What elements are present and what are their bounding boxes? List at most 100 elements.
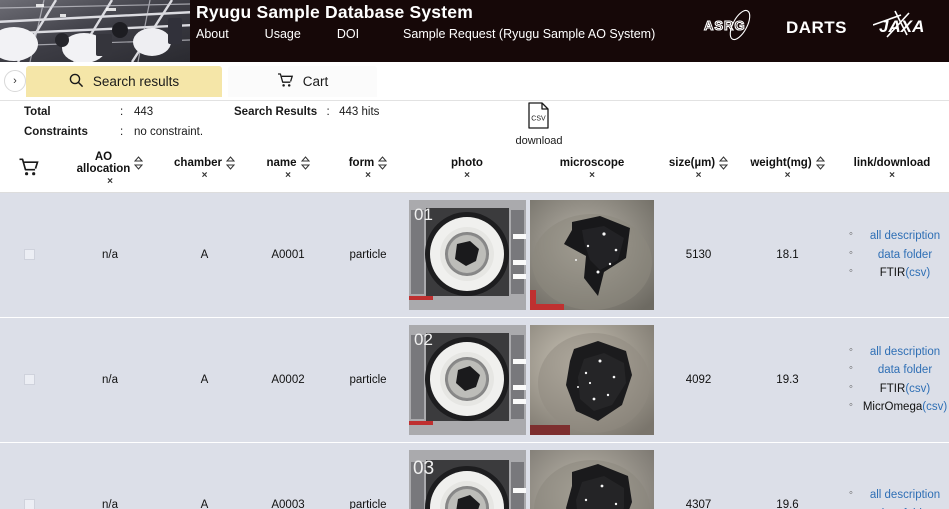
column-label-weight: weight(mg) — [750, 157, 812, 170]
link-micromega-csv[interactable]: (csv) — [922, 401, 947, 413]
tab-cart[interactable]: Cart — [228, 66, 377, 97]
link-ftir-label: FTIR — [879, 267, 906, 280]
nav-link-about[interactable]: About — [196, 27, 229, 41]
clear-filter-microscope[interactable]: × — [589, 170, 595, 181]
cell-photo: 03 — [407, 442, 527, 509]
link-data-folder[interactable]: data folder — [878, 249, 932, 261]
spacecraft-banner-image — [0, 0, 190, 62]
sort-icon-ao-allocation[interactable] — [134, 156, 144, 171]
site-title: Ryugu Sample Database System — [196, 2, 473, 22]
cell-form: particle — [329, 192, 407, 318]
tab-search-results[interactable]: Search results — [26, 66, 222, 97]
cell-photo: 01 — [407, 192, 527, 318]
link-list: all description data folder FTIR(csv) — [849, 226, 949, 283]
cell-weight: 18.1 — [740, 192, 835, 318]
clear-filter-name[interactable]: × — [285, 171, 291, 181]
cell-links: all description data folder — [835, 442, 949, 509]
column-header-form: form × — [329, 145, 407, 193]
tab-cart-label: Cart — [302, 74, 329, 89]
link-all-description[interactable]: all description — [870, 230, 940, 242]
link-all-description[interactable]: all description — [870, 346, 940, 358]
list-item: MicrOmega(csv) — [849, 397, 949, 417]
row-select-cell — [0, 442, 58, 509]
download-csv-button[interactable]: CSV download — [512, 102, 566, 147]
column-label-size: size(µm) — [668, 157, 716, 170]
link-data-folder[interactable]: data folder — [878, 364, 932, 376]
sample-photo-thumbnail[interactable]: 01 — [408, 199, 526, 310]
clear-filter-link-download[interactable]: × — [889, 170, 895, 181]
link-ftir-csv[interactable]: (csv) — [905, 267, 930, 279]
column-label-microscope: microscope — [559, 157, 625, 170]
darts-logo[interactable]: DARTS — [786, 18, 847, 38]
row-select-cell — [0, 317, 58, 443]
sort-icon-size[interactable] — [719, 156, 729, 171]
search-results-value: 443 hits — [339, 106, 380, 118]
link-all-description[interactable]: all description — [870, 489, 940, 501]
sample-photo-thumbnail[interactable]: 03 — [408, 449, 526, 509]
microscope-photo-thumbnail[interactable] — [530, 449, 654, 509]
total-value: 443 — [134, 106, 154, 118]
cell-links: all description data folder FTIR(csv) — [835, 192, 949, 318]
sort-icon-weight[interactable] — [815, 156, 825, 171]
jaxa-logo-icon[interactable]: JAXA — [872, 9, 935, 46]
clear-filter-chamber[interactable]: × — [202, 171, 208, 181]
table-row[interactable]: n/a A A0001 particle 01 5130 18.1 ◦ all … — [0, 192, 949, 318]
results-summary: Total : 443 Search Results : 443 hits Co… — [0, 101, 949, 145]
nav-link-sample-request[interactable]: Sample Request (Ryugu Sample AO System) — [403, 27, 655, 41]
cell-size: 4092 — [657, 317, 740, 443]
cart-icon — [277, 72, 294, 91]
header-logos: ASRG DARTS JAXA — [700, 8, 935, 47]
column-label-photo: photo — [451, 157, 483, 170]
site-header: Ryugu Sample Database System About Usage… — [0, 0, 949, 62]
sort-icon-form[interactable] — [378, 156, 388, 171]
microscope-photo-thumbnail[interactable] — [530, 199, 654, 310]
constraints-label: Constraints — [24, 126, 88, 138]
cell-ao-allocation: n/a — [58, 442, 162, 509]
column-label-ao-allocation: AO allocation — [76, 151, 131, 176]
photo-index-label: 02 — [414, 330, 433, 349]
cell-chamber: A — [162, 192, 247, 318]
link-ftir-csv[interactable]: (csv) — [905, 383, 930, 395]
cell-size: 4307 — [657, 442, 740, 509]
list-item: all description — [849, 342, 949, 362]
svg-text:CSV: CSV — [531, 116, 546, 123]
total-label: Total — [24, 106, 51, 118]
row-checkbox[interactable] — [23, 249, 35, 261]
row-checkbox[interactable] — [23, 499, 35, 509]
clear-filter-form[interactable]: × — [365, 171, 371, 181]
svg-text:ASRG: ASRG — [704, 18, 746, 33]
cell-microscope — [527, 317, 657, 443]
chevron-right-icon[interactable]: › — [4, 70, 26, 92]
column-label-name: name — [266, 157, 297, 170]
collapse-toggle-glyph: › — [13, 75, 17, 87]
sample-photo-thumbnail[interactable]: 02 — [408, 324, 526, 435]
microscope-photo-thumbnail[interactable] — [530, 324, 654, 435]
cell-chamber: A — [162, 317, 247, 443]
row-checkbox[interactable] — [23, 374, 35, 386]
clear-filter-ao-allocation[interactable]: × — [107, 176, 113, 187]
tab-list: Search results Cart — [26, 66, 377, 97]
asrg-logo-icon[interactable]: ASRG — [700, 8, 760, 47]
clear-filter-size[interactable]: × — [696, 171, 702, 181]
table-row[interactable]: n/a A A0002 particle 02 4092 19.3 ◦ all … — [0, 317, 949, 443]
cell-links: all description data folder FTIR(csv) Mi… — [835, 317, 949, 443]
cart-icon[interactable] — [18, 158, 40, 180]
clear-filter-photo[interactable]: × — [464, 170, 470, 181]
header-navigation: About Usage DOI Sample Request (Ryugu Sa… — [196, 27, 655, 41]
sort-icon-chamber[interactable] — [225, 156, 236, 171]
summary-row-total: Total : 443 Search Results : 443 hits — [24, 106, 379, 118]
photo-index-label: 03 — [413, 458, 434, 479]
cell-name: A0001 — [247, 192, 329, 318]
list-item: FTIR(csv) — [849, 263, 949, 283]
table-row[interactable]: n/a A A0003 particle 03 4307 19.6 ◦ all … — [0, 442, 949, 509]
clear-filter-weight[interactable]: × — [785, 171, 791, 181]
results-table-container[interactable]: AO allocation × chamber × name × form × … — [0, 145, 949, 509]
tab-bar: › Search results Cart — [0, 62, 949, 101]
column-label-link-download: link/download — [853, 157, 931, 170]
list-item: data folder — [849, 245, 949, 265]
nav-link-doi[interactable]: DOI — [337, 27, 359, 41]
nav-link-usage[interactable]: Usage — [265, 27, 301, 41]
search-icon — [69, 73, 84, 91]
cell-form: particle — [329, 317, 407, 443]
sort-icon-name[interactable] — [300, 156, 310, 171]
